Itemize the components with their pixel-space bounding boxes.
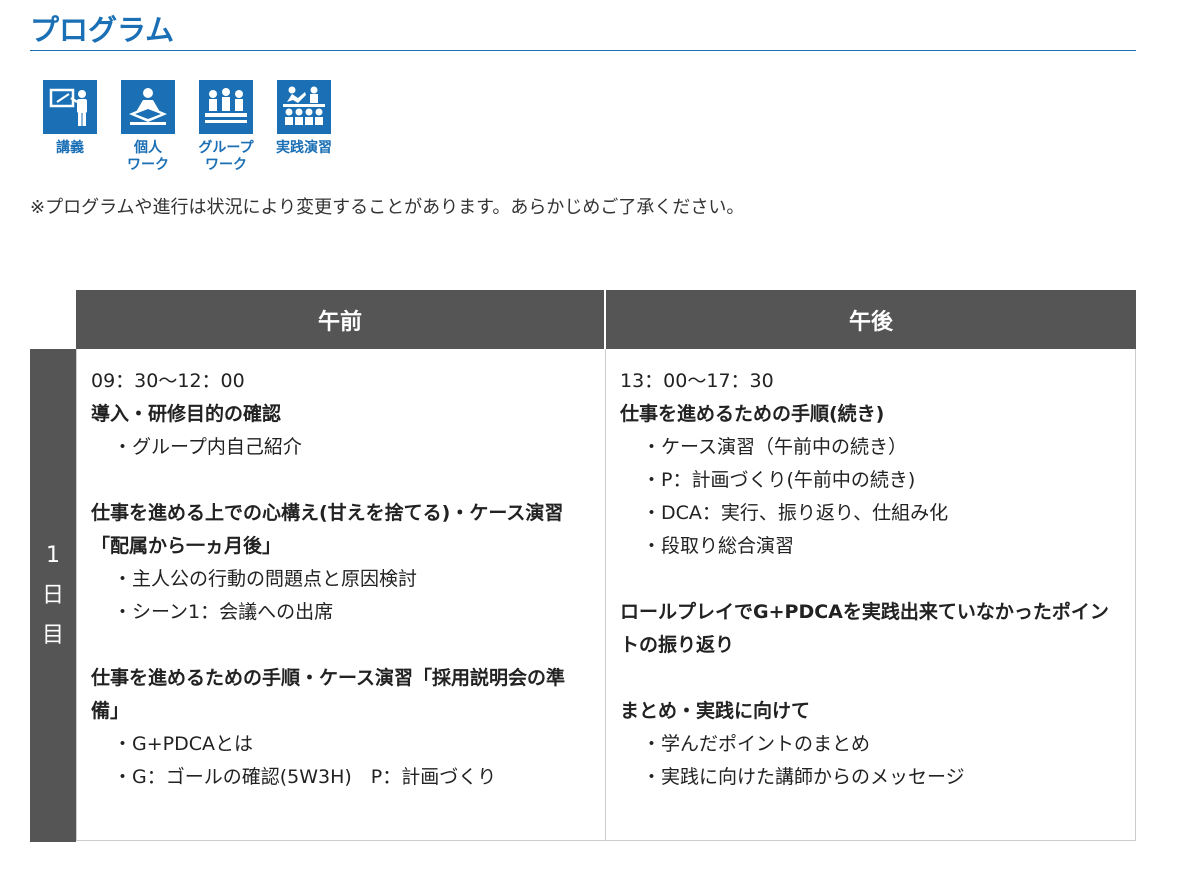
session-item: ・DCA：実行、振り返り、仕組み化 <box>642 502 949 524</box>
day-label-char: 日 <box>41 582 64 608</box>
legend-label: 個人 ワーク <box>127 140 169 173</box>
session-item: ・段取り総合演習 <box>642 535 795 557</box>
day-label-char: 1 <box>45 542 60 568</box>
cell-pm: 13：00〜17：30 仕事を進めるための手順(続き) ・ケース演習（午前中の続… <box>605 349 1136 841</box>
legend-item-lecture: 講義 <box>30 80 110 157</box>
practice-icon <box>277 80 331 134</box>
session-heading: ロールプレイでG+PDCAを実践出来ていなかったポイントの振り返り <box>620 601 1109 656</box>
legend-label: グループ ワーク <box>198 140 254 173</box>
session-item: ・G+PDCAとは <box>113 733 253 755</box>
session-item: ・主人公の行動の問題点と原因検討 <box>113 568 418 590</box>
session-item: ・グループ内自己紹介 <box>113 436 302 458</box>
session-heading: 仕事を進めるための手順・ケース演習「採用説明会の準備」 <box>91 667 566 722</box>
session-item: ・P：計画づくり(午前中の続き) <box>642 469 916 491</box>
legend-label: 実践演習 <box>276 140 332 156</box>
session-item: ・シーン1：会議への出席 <box>113 601 334 623</box>
individual-work-icon <box>121 80 175 134</box>
group-work-icon <box>199 80 253 134</box>
session-item: ・実践に向けた講師からのメッセージ <box>642 766 965 788</box>
lecture-icon <box>43 80 97 134</box>
legend-item-individual-work: 個人 ワーク <box>108 80 188 174</box>
notice-text: ※プログラムや進行は状況により変更することがあります。あらかじめご了承ください。 <box>30 197 745 218</box>
legend-label: 講義 <box>56 140 84 156</box>
session-item: ・学んだポイントのまとめ <box>642 733 871 755</box>
session-heading: 導入・研修目的の確認 <box>91 403 282 425</box>
header-pm: 午後 <box>606 290 1136 349</box>
session-item: ・ケース演習（午前中の続き） <box>642 436 908 458</box>
session-heading: まとめ・実践に向けて <box>620 700 811 722</box>
session-heading: 仕事を進める上での心構え(甘えを捨てる)・ケース演習「配属から一ヵ月後」 <box>91 502 564 557</box>
schedule-table: 午前 午後 1 日 目 09：30〜12：00 導入・研修目的の確認 ・グループ… <box>30 290 1136 842</box>
cell-am: 09：30〜12：00 導入・研修目的の確認 ・グループ内自己紹介 仕事を進める… <box>76 349 606 841</box>
header-am: 午前 <box>76 290 604 349</box>
session-time: 09：30〜12：00 <box>91 370 245 392</box>
legend-item-group-work: グループ ワーク <box>186 80 266 174</box>
day-label: 1 日 目 <box>30 349 76 842</box>
legend-item-practice: 実践演習 <box>264 80 344 157</box>
page-title: プログラム <box>30 10 1136 51</box>
day-label-char: 目 <box>41 622 64 648</box>
session-heading: 仕事を進めるための手順(続き) <box>620 403 885 425</box>
session-item: ・G：ゴールの確認(5W3H) P：計画づくり <box>113 766 497 788</box>
session-time: 13：00〜17：30 <box>620 370 774 392</box>
